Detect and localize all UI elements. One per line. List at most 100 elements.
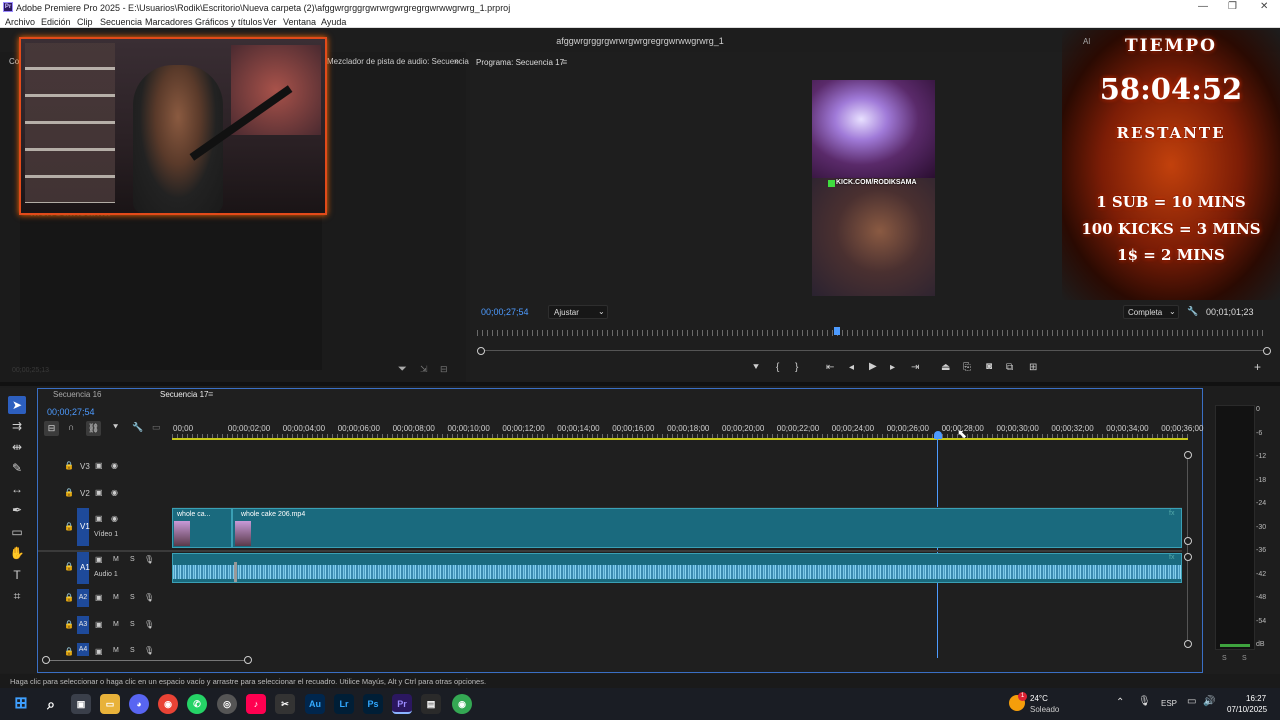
film-icon[interactable]: ▣ — [95, 514, 103, 523]
lightroom-icon[interactable]: Lr — [334, 694, 354, 714]
pen-tool-icon[interactable]: ✒ — [8, 501, 26, 519]
toggle-proxies-icon[interactable]: ⊞ — [1029, 362, 1037, 373]
video-clip[interactable]: whole ca... — [172, 508, 232, 548]
mix-icon[interactable]: ⊟ — [440, 364, 448, 375]
mute-button[interactable]: M — [113, 647, 119, 654]
film-icon[interactable]: ▣ — [95, 555, 103, 564]
timeline-timecode[interactable]: 00;00;27;54 — [47, 407, 95, 417]
file-explorer-icon[interactable]: ▭ — [100, 694, 120, 714]
mute-button[interactable]: M — [113, 556, 119, 563]
ripple-edit-icon[interactable]: ⇹ — [8, 438, 26, 456]
eye-icon[interactable]: ◉ — [111, 488, 118, 497]
video-audio-divider[interactable] — [38, 550, 1182, 552]
language-indicator[interactable]: ESP — [1161, 699, 1177, 708]
caption-tool-icon[interactable]: ⌗ — [8, 587, 26, 605]
tab-secuencia-17[interactable]: Secuencia 17 — [160, 390, 208, 399]
menu-ventana[interactable]: Ventana — [283, 17, 316, 27]
audio-clip[interactable]: fx — [172, 553, 1182, 583]
export-frame-icon[interactable]: ◙ — [986, 361, 992, 372]
h-scroll-handle-left[interactable] — [42, 656, 50, 664]
track-v3-label[interactable]: V3 — [80, 462, 90, 471]
step-forward-icon[interactable]: ▸ — [890, 362, 895, 373]
selection-tool-icon[interactable]: ➤ — [8, 396, 26, 414]
v-scroll-handle-bottom[interactable] — [1184, 640, 1192, 648]
menu-ayuda[interactable]: Ayuda — [321, 17, 346, 27]
monitor-menu-icon[interactable]: ≡ — [562, 57, 567, 67]
solo-button[interactable]: S — [130, 556, 135, 563]
rectangle-tool-icon[interactable]: ▭ — [8, 523, 26, 541]
eye-icon[interactable]: ◉ — [111, 514, 118, 523]
panel-tab-partial[interactable]: Co — [9, 57, 19, 66]
tab-secuencia-16[interactable]: Secuencia 16 — [53, 390, 101, 399]
close-icon[interactable]: ✕ — [1260, 1, 1268, 12]
lift-icon[interactable]: ⏏ — [941, 362, 950, 373]
go-to-out-icon[interactable]: ⇥ — [911, 362, 919, 373]
timeline-settings-icon[interactable]: 🔧 — [132, 422, 143, 433]
lock-icon[interactable]: 🔒 — [64, 647, 74, 656]
program-timecode[interactable]: 00;00;27;54 — [481, 307, 529, 317]
menu-archivo[interactable]: Archivo — [5, 17, 35, 27]
track-a4-label[interactable]: A4 — [77, 643, 89, 656]
lock-icon[interactable]: 🔒 — [64, 488, 74, 497]
track-v2-label[interactable]: V2 — [80, 489, 90, 498]
film-icon[interactable]: ▣ — [95, 620, 103, 629]
slip-tool-icon[interactable]: ↔ — [8, 480, 26, 498]
maximize-icon[interactable]: ❐ — [1228, 1, 1237, 12]
minimize-icon[interactable]: — — [1198, 1, 1208, 12]
button-editor-plus-icon[interactable]: + — [1254, 360, 1261, 374]
menu-ver[interactable]: Ver — [263, 17, 277, 27]
chrome-alt-icon[interactable]: ◉ — [452, 694, 472, 714]
resolution-dropdown[interactable]: Completa ⌄ — [1123, 305, 1179, 319]
film-icon[interactable]: ▣ — [95, 461, 103, 470]
program-monitor-title[interactable]: Programa: Secuencia 17 — [476, 58, 564, 67]
nest-toggle-icon[interactable]: ⊟ — [44, 421, 59, 436]
mute-button[interactable]: M — [113, 621, 119, 628]
extract-icon[interactable]: ⎘ — [963, 362, 971, 373]
microphone-icon[interactable]: 🎙 — [144, 593, 154, 602]
v-scroll-handle-top[interactable] — [1184, 451, 1192, 459]
solo-button[interactable]: S — [130, 594, 135, 601]
menu-marcadores[interactable]: Marcadores — [145, 17, 193, 27]
microphone-icon[interactable]: 🎙 — [144, 646, 154, 655]
settings-wrench-icon[interactable]: 🔧 — [1187, 306, 1198, 317]
audio-mixer-tab[interactable]: Mezclador de pista de audio: Secuencia — [327, 57, 469, 66]
track-a2-label[interactable]: A2 — [77, 589, 89, 607]
panel-overflow-icon[interactable]: » — [454, 56, 459, 66]
chrome-icon[interactable]: ◉ — [158, 694, 178, 714]
panel-divider[interactable] — [0, 382, 1280, 386]
discord-icon[interactable]: ◕ — [129, 694, 149, 714]
fit-dropdown[interactable]: Ajustar ⌄ — [548, 305, 608, 319]
playhead-line[interactable] — [937, 438, 938, 658]
mark-out-icon[interactable]: } — [795, 362, 798, 373]
clock-time[interactable]: 16:27 — [1246, 694, 1266, 703]
program-playhead[interactable] — [834, 327, 841, 335]
lock-icon[interactable]: 🔒 — [64, 593, 74, 602]
meter-solo-left[interactable]: S — [1222, 655, 1227, 662]
microphone-icon[interactable]: 🎙 — [1138, 696, 1151, 707]
premiere-icon[interactable]: Pr — [392, 694, 412, 714]
menu-clip[interactable]: Clip — [77, 17, 93, 27]
hand-tool-icon[interactable]: ✋ — [8, 544, 26, 562]
photoshop-icon[interactable]: Ps — [363, 694, 383, 714]
video-clip[interactable]: whole cake 206.mp4 fx — [232, 508, 1182, 548]
chevron-up-icon[interactable]: ⌃ — [1116, 697, 1124, 708]
export-icon[interactable]: ⇲ — [420, 364, 428, 375]
solo-button[interactable]: S — [130, 621, 135, 628]
weather-temp[interactable]: 24°C — [1030, 694, 1048, 703]
snap-magnet-icon[interactable]: ∩ — [68, 422, 74, 432]
tiktok-icon[interactable]: ♪ — [246, 694, 266, 714]
play-icon[interactable]: ▶ — [869, 361, 877, 372]
eye-icon[interactable]: ◉ — [111, 461, 118, 470]
timeline-h-scrollbar[interactable] — [46, 660, 248, 661]
track-a3-label[interactable]: A3 — [77, 616, 89, 634]
solo-button[interactable]: S — [130, 647, 135, 654]
zoom-scrollbar[interactable] — [480, 350, 1267, 351]
zoom-handle-right[interactable] — [1263, 347, 1271, 355]
microphone-icon[interactable]: 🎙 — [144, 620, 154, 629]
lock-icon[interactable]: 🔒 — [64, 522, 74, 531]
track-select-icon[interactable]: ⇉ — [8, 417, 26, 435]
film-icon[interactable]: ▣ — [95, 593, 103, 602]
h-scroll-handle-right[interactable] — [244, 656, 252, 664]
clock-date[interactable]: 07/10/2025 — [1227, 705, 1267, 714]
mark-in-icon[interactable]: { — [776, 362, 779, 373]
